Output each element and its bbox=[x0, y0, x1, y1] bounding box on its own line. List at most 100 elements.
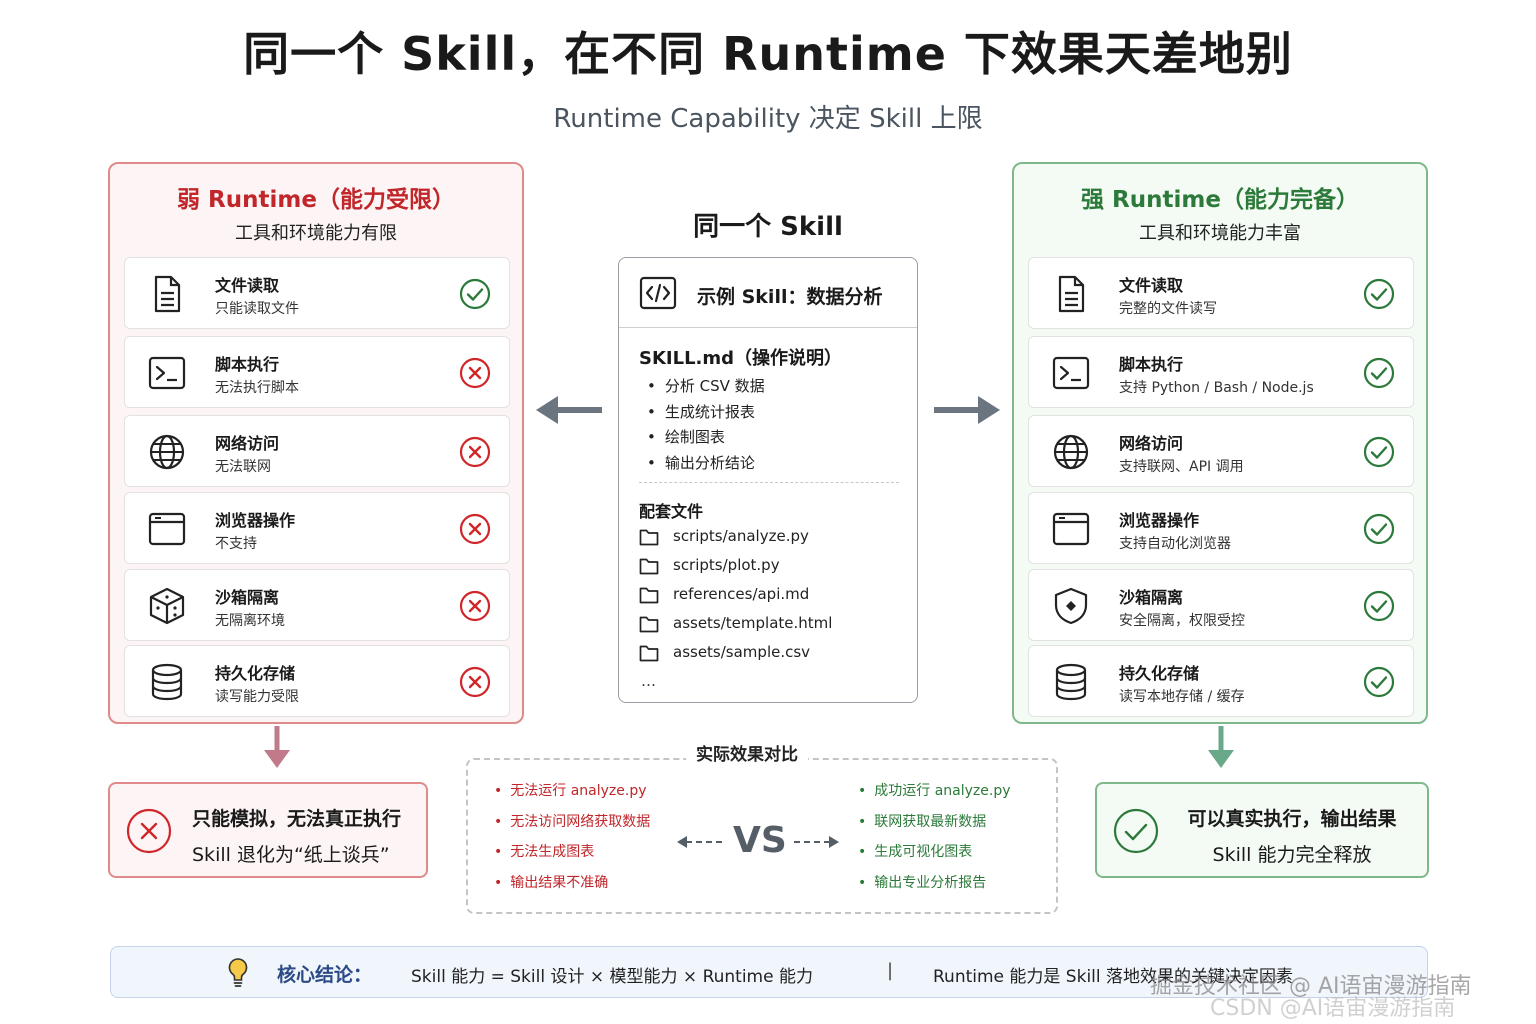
file-icon bbox=[1058, 275, 1085, 313]
check-icon bbox=[1363, 357, 1395, 389]
folder-icon bbox=[639, 645, 659, 662]
arrow-down-icon bbox=[1208, 726, 1234, 768]
file-name: scripts/plot.py bbox=[673, 556, 780, 574]
skill-step: 分析 CSV 数据 bbox=[647, 374, 765, 400]
strong-effects-list: 成功运行 analyze.py 联网获取最新数据 生成可视化图表 输出专业分析报… bbox=[858, 776, 1011, 899]
strong-cap-script: 脚本执行 支持 Python / Bash / Node.js bbox=[1028, 336, 1414, 408]
strong-result-line1: 可以真实执行，输出结果 bbox=[1187, 808, 1397, 830]
cap-desc: 无法联网 bbox=[215, 459, 271, 475]
cap-desc: 无隔离环境 bbox=[215, 613, 285, 629]
code-icon bbox=[639, 276, 677, 310]
cross-icon bbox=[459, 357, 491, 389]
strong-cap-file-read: 文件读取 完整的文件读写 bbox=[1028, 257, 1414, 329]
cap-desc: 完整的文件读写 bbox=[1119, 301, 1217, 317]
weak-cap-file-read: 文件读取 只能读取文件 bbox=[124, 257, 510, 329]
browser-icon bbox=[148, 512, 186, 546]
list-item: 联网获取最新数据 bbox=[858, 807, 1011, 838]
weak-cap-sandbox: 沙箱隔离 无隔离环境 bbox=[124, 569, 510, 641]
check-icon bbox=[1363, 513, 1395, 545]
page-subtitle: Runtime Capability 决定 Skill 上限 bbox=[553, 104, 983, 134]
arrow-left-icon bbox=[536, 396, 602, 424]
cross-icon bbox=[459, 590, 491, 622]
cap-desc: 读写能力受限 bbox=[215, 689, 299, 705]
strong-panel-subtitle: 工具和环境能力丰富 bbox=[1139, 223, 1301, 244]
list-item: 无法生成图表 bbox=[494, 837, 650, 868]
globe-icon bbox=[149, 434, 185, 470]
cap-name: 浏览器操作 bbox=[1119, 511, 1200, 530]
folder-icon bbox=[639, 529, 659, 546]
skill-card-title: 示例 Skill：数据分析 bbox=[697, 286, 883, 308]
conclusion-formula: Skill 能力 = Skill 设计 × 模型能力 × Runtime 能力 bbox=[411, 967, 813, 987]
skill-card: 示例 Skill：数据分析 SKILL.md（操作说明） 分析 CSV 数据 生… bbox=[618, 257, 918, 703]
check-icon bbox=[1363, 278, 1395, 310]
cap-desc: 不支持 bbox=[215, 536, 257, 552]
cross-icon bbox=[459, 666, 491, 698]
arrow-down-icon bbox=[264, 726, 290, 768]
vs-label: VS bbox=[733, 820, 787, 861]
dashed-arrow-left-icon bbox=[677, 836, 722, 848]
cross-icon bbox=[459, 436, 491, 468]
cross-icon bbox=[459, 513, 491, 545]
strong-cap-sandbox: 沙箱隔离 安全隔离，权限受控 bbox=[1028, 569, 1414, 641]
terminal-icon bbox=[1052, 356, 1090, 390]
strong-result-box: 可以真实执行，输出结果 Skill 能力完全释放 bbox=[1095, 782, 1429, 878]
skill-step: 绘制图表 bbox=[647, 425, 765, 451]
skill-step: 生成统计报表 bbox=[647, 400, 765, 426]
file-name: assets/sample.csv bbox=[673, 643, 811, 661]
weak-runtime-panel: 弱 Runtime（能力受限） 工具和环境能力有限 文件读取 只能读取文件 脚本… bbox=[108, 162, 524, 724]
strong-runtime-panel: 强 Runtime（能力完备） 工具和环境能力丰富 文件读取 完整的文件读写 脚… bbox=[1012, 162, 1428, 724]
terminal-icon bbox=[148, 356, 186, 390]
cap-name: 持久化存储 bbox=[215, 664, 296, 683]
skill-md-title: SKILL.md（操作说明） bbox=[639, 348, 843, 369]
cap-desc: 支持联网、API 调用 bbox=[1119, 459, 1244, 475]
cap-name: 沙箱隔离 bbox=[1119, 588, 1184, 607]
cap-name: 文件读取 bbox=[1119, 276, 1184, 295]
list-item: 输出专业分析报告 bbox=[858, 868, 1011, 899]
weak-cap-script: 脚本执行 无法执行脚本 bbox=[124, 336, 510, 408]
cap-name: 文件读取 bbox=[215, 276, 280, 295]
file-name: references/api.md bbox=[673, 585, 810, 603]
cap-name: 网络访问 bbox=[215, 434, 280, 453]
shield-icon bbox=[1054, 587, 1088, 625]
cap-name: 脚本执行 bbox=[1119, 355, 1184, 374]
skill-step: 输出分析结论 bbox=[647, 451, 765, 477]
strong-cap-network: 网络访问 支持联网、API 调用 bbox=[1028, 415, 1414, 487]
weak-cap-storage: 持久化存储 读写能力受限 bbox=[124, 645, 510, 717]
skill-card-header: 示例 Skill：数据分析 bbox=[619, 258, 917, 328]
folder-icon bbox=[639, 587, 659, 604]
database-icon bbox=[1055, 663, 1087, 701]
cap-desc: 只能读取文件 bbox=[215, 301, 299, 317]
same-skill-heading: 同一个 Skill bbox=[693, 212, 843, 242]
skill-steps: 分析 CSV 数据 生成统计报表 绘制图表 输出分析结论 bbox=[647, 374, 765, 476]
list-item: 无法运行 analyze.py bbox=[494, 776, 650, 807]
box-icon bbox=[149, 587, 185, 625]
cap-desc: 安全隔离，权限受控 bbox=[1119, 613, 1245, 629]
files-title: 配套文件 bbox=[639, 502, 704, 521]
file-name: assets/template.html bbox=[673, 614, 833, 632]
strong-cap-storage: 持久化存储 读写本地存储 / 缓存 bbox=[1028, 645, 1414, 717]
watermark-secondary: CSDN @AI语宙漫游指南 bbox=[1210, 996, 1456, 1021]
dashed-arrow-right-icon bbox=[794, 836, 839, 848]
weak-panel-title: 弱 Runtime（能力受限） bbox=[177, 187, 455, 213]
comparison-title: 实际效果对比 bbox=[686, 740, 808, 765]
weak-panel-subtitle: 工具和环境能力有限 bbox=[235, 223, 397, 244]
check-icon bbox=[1113, 808, 1159, 854]
arrow-right-icon bbox=[934, 396, 1000, 424]
list-item: 成功运行 analyze.py bbox=[858, 776, 1010, 807]
weak-result-line1: 只能模拟，无法真正执行 bbox=[192, 808, 402, 830]
strong-panel-title: 强 Runtime（能力完备） bbox=[1081, 187, 1359, 213]
lightbulb-icon bbox=[228, 958, 248, 987]
cap-desc: 读写本地存储 / 缓存 bbox=[1119, 689, 1245, 705]
folder-icon bbox=[639, 616, 659, 633]
check-icon bbox=[1363, 436, 1395, 468]
weak-cap-network: 网络访问 无法联网 bbox=[124, 415, 510, 487]
folder-icon bbox=[639, 558, 659, 575]
cap-name: 浏览器操作 bbox=[215, 511, 296, 530]
cap-name: 沙箱隔离 bbox=[215, 588, 280, 607]
weak-result-line2: Skill 退化为“纸上谈兵” bbox=[192, 844, 390, 866]
list-item: 输出结果不准确 bbox=[494, 868, 650, 899]
check-icon bbox=[1363, 666, 1395, 698]
check-icon bbox=[459, 278, 491, 310]
more-files-ellipsis: … bbox=[641, 672, 656, 690]
cap-desc: 支持 Python / Bash / Node.js bbox=[1119, 380, 1314, 396]
